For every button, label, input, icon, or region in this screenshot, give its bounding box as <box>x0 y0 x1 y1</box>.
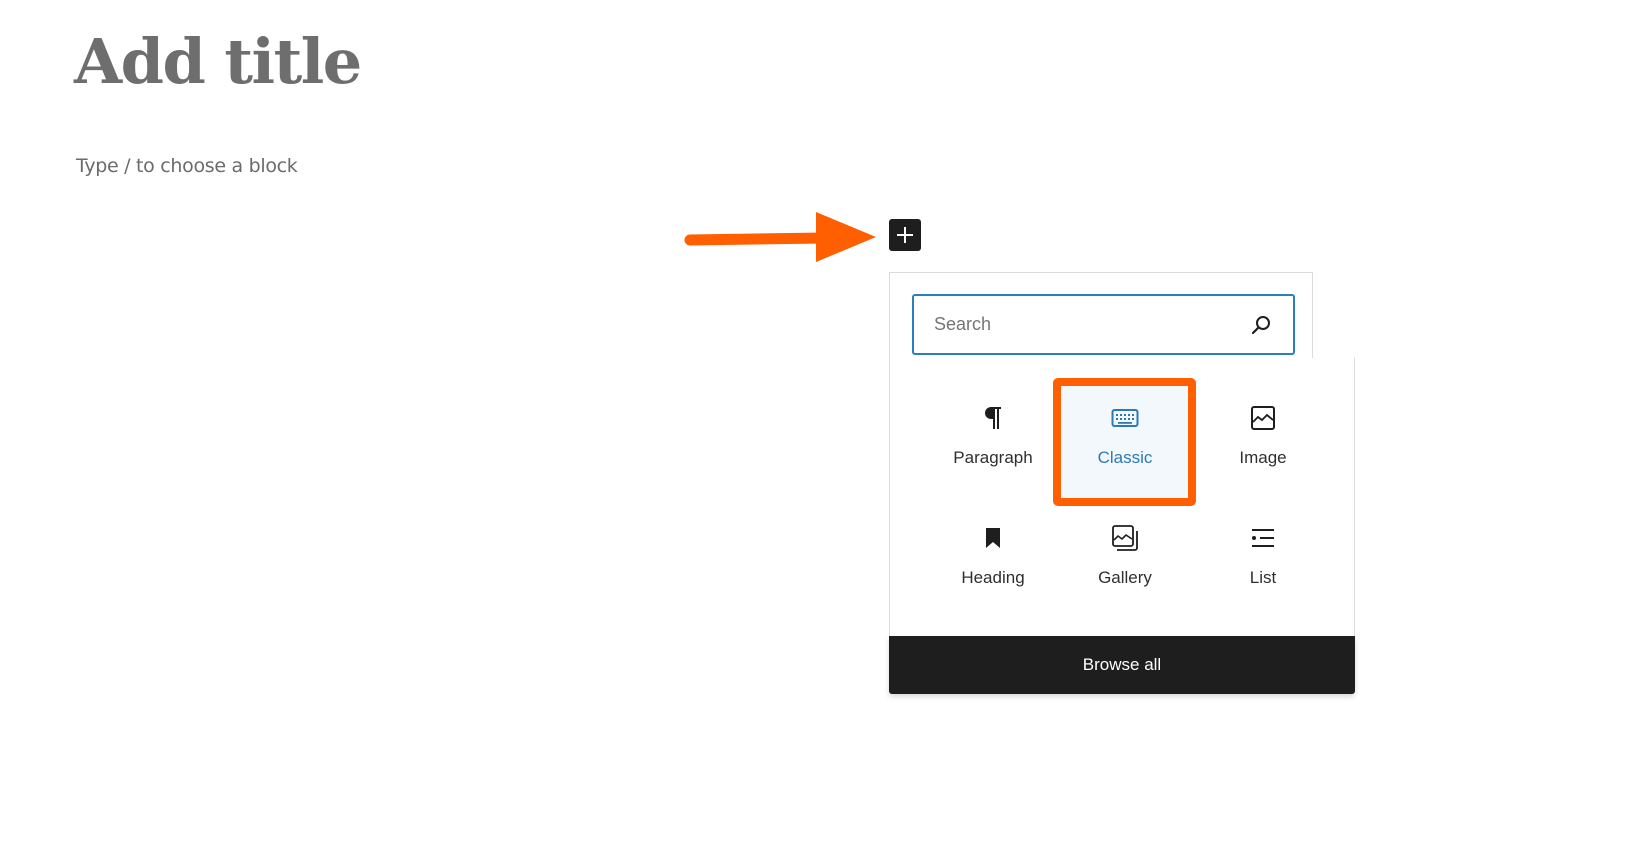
browse-all-button[interactable]: Browse all <box>889 636 1355 694</box>
keyboard-icon <box>1111 404 1139 432</box>
bookmark-icon <box>979 524 1007 552</box>
block-label: List <box>1249 568 1277 587</box>
block-placeholder[interactable]: Type / to choose a block <box>76 152 298 180</box>
block-item-list[interactable]: List <box>1199 506 1327 618</box>
list-icon <box>1249 524 1277 552</box>
annotation-arrow-icon <box>684 212 876 262</box>
block-item-image[interactable]: Image <box>1199 386 1327 498</box>
block-inserter-toggle-button[interactable] <box>889 219 921 251</box>
search-field[interactable] <box>912 294 1295 355</box>
image-icon <box>1249 404 1277 432</box>
search-input[interactable] <box>914 296 1293 353</box>
block-item-gallery[interactable]: Gallery <box>1061 506 1189 618</box>
plus-icon <box>897 227 913 243</box>
block-label: Gallery <box>1098 568 1152 587</box>
post-title-input[interactable]: Add title <box>74 20 362 104</box>
block-label: Image <box>1239 448 1287 467</box>
block-item-heading[interactable]: Heading <box>929 506 1057 618</box>
arrow-shaft <box>684 232 831 246</box>
search-icon <box>1251 316 1270 335</box>
paragraph-icon <box>979 404 1007 432</box>
block-inserter-popover: Paragraph Classic <box>889 272 1355 694</box>
search-panel <box>889 272 1313 358</box>
gallery-icon <box>1111 524 1139 552</box>
block-label: Heading <box>961 568 1025 587</box>
block-label: Paragraph <box>953 448 1033 467</box>
arrow-head <box>816 212 876 262</box>
block-label: Classic <box>1097 448 1153 467</box>
block-item-classic[interactable]: Classic <box>1061 386 1189 498</box>
block-item-paragraph[interactable]: Paragraph <box>929 386 1057 498</box>
block-grid: Paragraph Classic Image Heading Gallery … <box>889 358 1355 636</box>
